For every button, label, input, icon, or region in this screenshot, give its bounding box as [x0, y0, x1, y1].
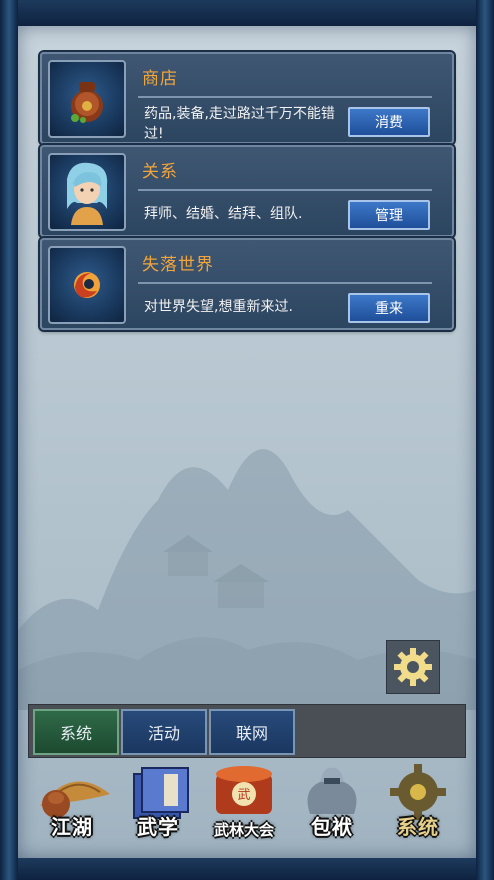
tab-online[interactable]: 联网: [209, 709, 295, 755]
tab-system[interactable]: 系统: [33, 709, 119, 755]
title-divider: [138, 282, 432, 284]
relations-description: 拜师、结婚、结拜、组队.: [144, 206, 303, 222]
nav-wuxue[interactable]: 武学: [116, 760, 200, 846]
frame-border-bottom: [0, 858, 494, 880]
game-screen: 商店 药品,装备,走过路过千万不能错过! 消费 关系 拜师、结婚、结拜、组队. …: [0, 0, 494, 880]
nav-jianghu[interactable]: 江湖: [30, 760, 114, 846]
bottom-nav: 江湖 武学 武 武林大会 包袱 系统: [28, 760, 464, 846]
title-divider: [138, 96, 432, 98]
shop-title: 商店: [142, 69, 178, 89]
relations-title: 关系: [142, 162, 178, 182]
nav-system-label: 系统: [397, 815, 439, 839]
tab-activity[interactable]: 活动: [121, 709, 207, 755]
nav-system[interactable]: 系统: [376, 760, 460, 846]
svg-text:武: 武: [237, 788, 250, 803]
frame-border-right: [476, 0, 494, 880]
relations-manage-button[interactable]: 管理: [348, 200, 430, 230]
relations-card: 关系 拜师、结婚、结拜、组队. 管理: [40, 145, 454, 237]
nav-tournament-label: 武林大会: [213, 821, 274, 839]
nav-inventory-label: 包袱: [311, 815, 353, 839]
lost-world-title: 失落世界: [142, 255, 214, 275]
title-divider: [138, 189, 432, 191]
settings-button[interactable]: [386, 640, 440, 694]
frame-border-top: [0, 0, 494, 26]
shop-spend-button[interactable]: 消费: [348, 107, 430, 137]
nav-jianghu-label: 江湖: [51, 815, 93, 839]
lost-world-card: 失落世界 对世界失望,想重新来过. 重来: [40, 238, 454, 330]
sub-tab-bar: 系统 活动 联网: [28, 704, 466, 758]
money-bag-icon: [48, 60, 126, 138]
lost-world-description: 对世界失望,想重新来过.: [144, 299, 293, 315]
war-drum-icon: 武: [216, 766, 272, 814]
shop-card: 商店 药品,装备,走过路过千万不能错过! 消费: [40, 52, 454, 144]
nav-wuxue-label: 武学: [137, 815, 179, 839]
fire-swirl-icon: [48, 246, 126, 324]
frame-border-left: [0, 0, 18, 880]
character-portrait-icon: [48, 153, 126, 231]
nav-inventory[interactable]: 包袱: [290, 760, 374, 846]
gear-icon: [394, 648, 432, 686]
shop-description: 药品,装备,走过路过千万不能错过!: [144, 106, 335, 142]
restart-button[interactable]: 重来: [348, 293, 430, 323]
nav-tournament[interactable]: 武 武林大会: [202, 760, 286, 846]
